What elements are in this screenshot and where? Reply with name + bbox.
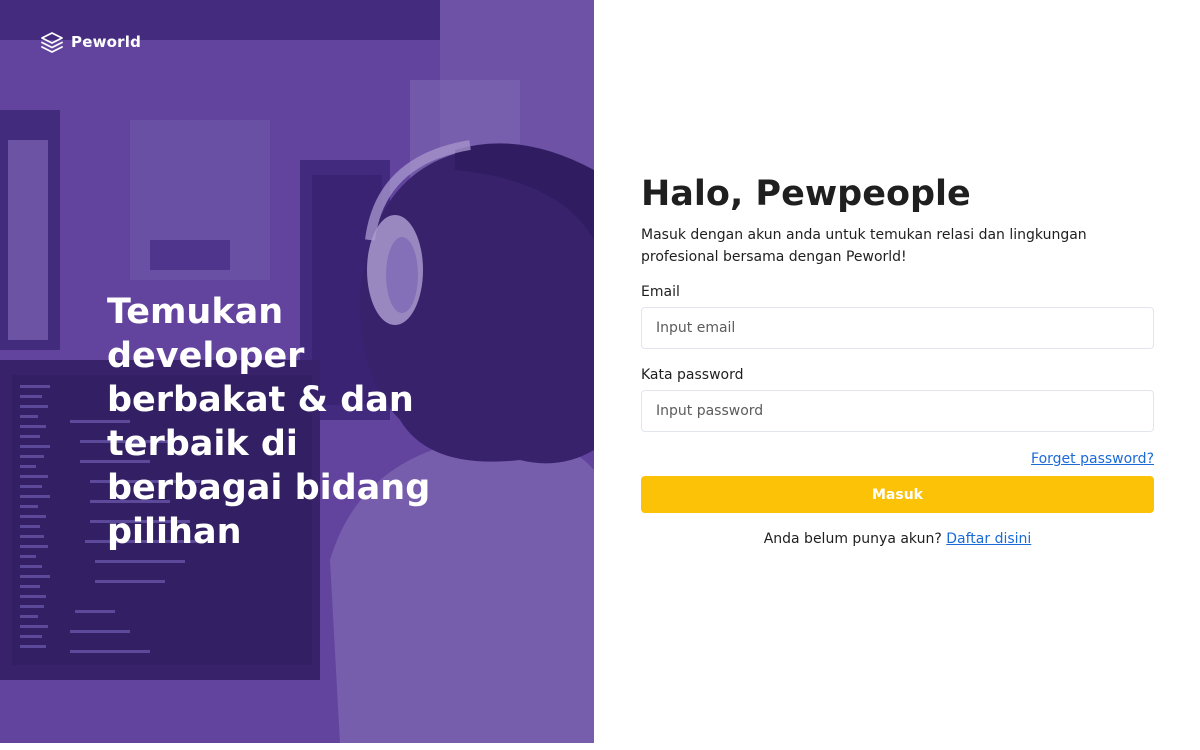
password-label: Kata password — [641, 367, 744, 383]
forget-password-row: Forget password? — [641, 448, 1154, 470]
email-field[interactable] — [641, 307, 1154, 349]
register-row: Anda belum punya akun? Daftar disini — [641, 531, 1154, 547]
login-button[interactable]: Masuk — [641, 476, 1154, 513]
stacked-layers-icon — [41, 32, 63, 53]
hero-title: Temukan developer berbakat & dan terbaik… — [107, 292, 431, 552]
page-subtitle: Masuk dengan akun anda untuk temukan rel… — [641, 227, 1087, 265]
page-title: Halo, Pewpeople — [641, 174, 971, 214]
brand-name: Peworld — [71, 33, 142, 51]
login-form-panel: Halo, Pewpeople Masuk dengan akun anda u… — [641, 170, 1154, 547]
bottom-strip — [0, 743, 1200, 750]
brand-logo[interactable]: Peworld — [40, 30, 141, 54]
forget-password-link[interactable]: Forget password? — [1031, 451, 1154, 467]
login-form: Email Kata password Forget password? Mas… — [641, 282, 1154, 513]
password-field[interactable] — [641, 390, 1154, 432]
register-prompt: Anda belum punya akun? — [763, 531, 942, 547]
hero-panel: Peworld Temukan developer berbakat & dan… — [0, 0, 594, 743]
register-link[interactable]: Daftar disini — [946, 531, 1031, 547]
email-label: Email — [641, 284, 680, 300]
